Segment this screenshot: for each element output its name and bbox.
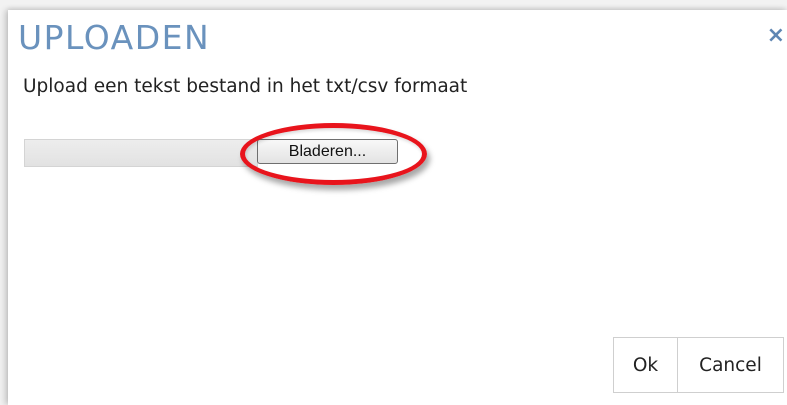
ok-button[interactable]: Ok [614, 338, 678, 392]
cancel-button[interactable]: Cancel [678, 338, 783, 392]
dialog-title: UPLOADEN [18, 18, 211, 57]
close-icon[interactable]: × [767, 24, 785, 48]
dialog-footer: Ok Cancel [613, 337, 784, 393]
upload-dialog: UPLOADEN × Upload een tekst bestand in h… [8, 10, 787, 405]
dialog-description: Upload een tekst bestand in het txt/csv … [23, 76, 468, 97]
file-path-field[interactable] [24, 139, 258, 167]
browse-button[interactable]: Bladeren... [257, 139, 398, 164]
